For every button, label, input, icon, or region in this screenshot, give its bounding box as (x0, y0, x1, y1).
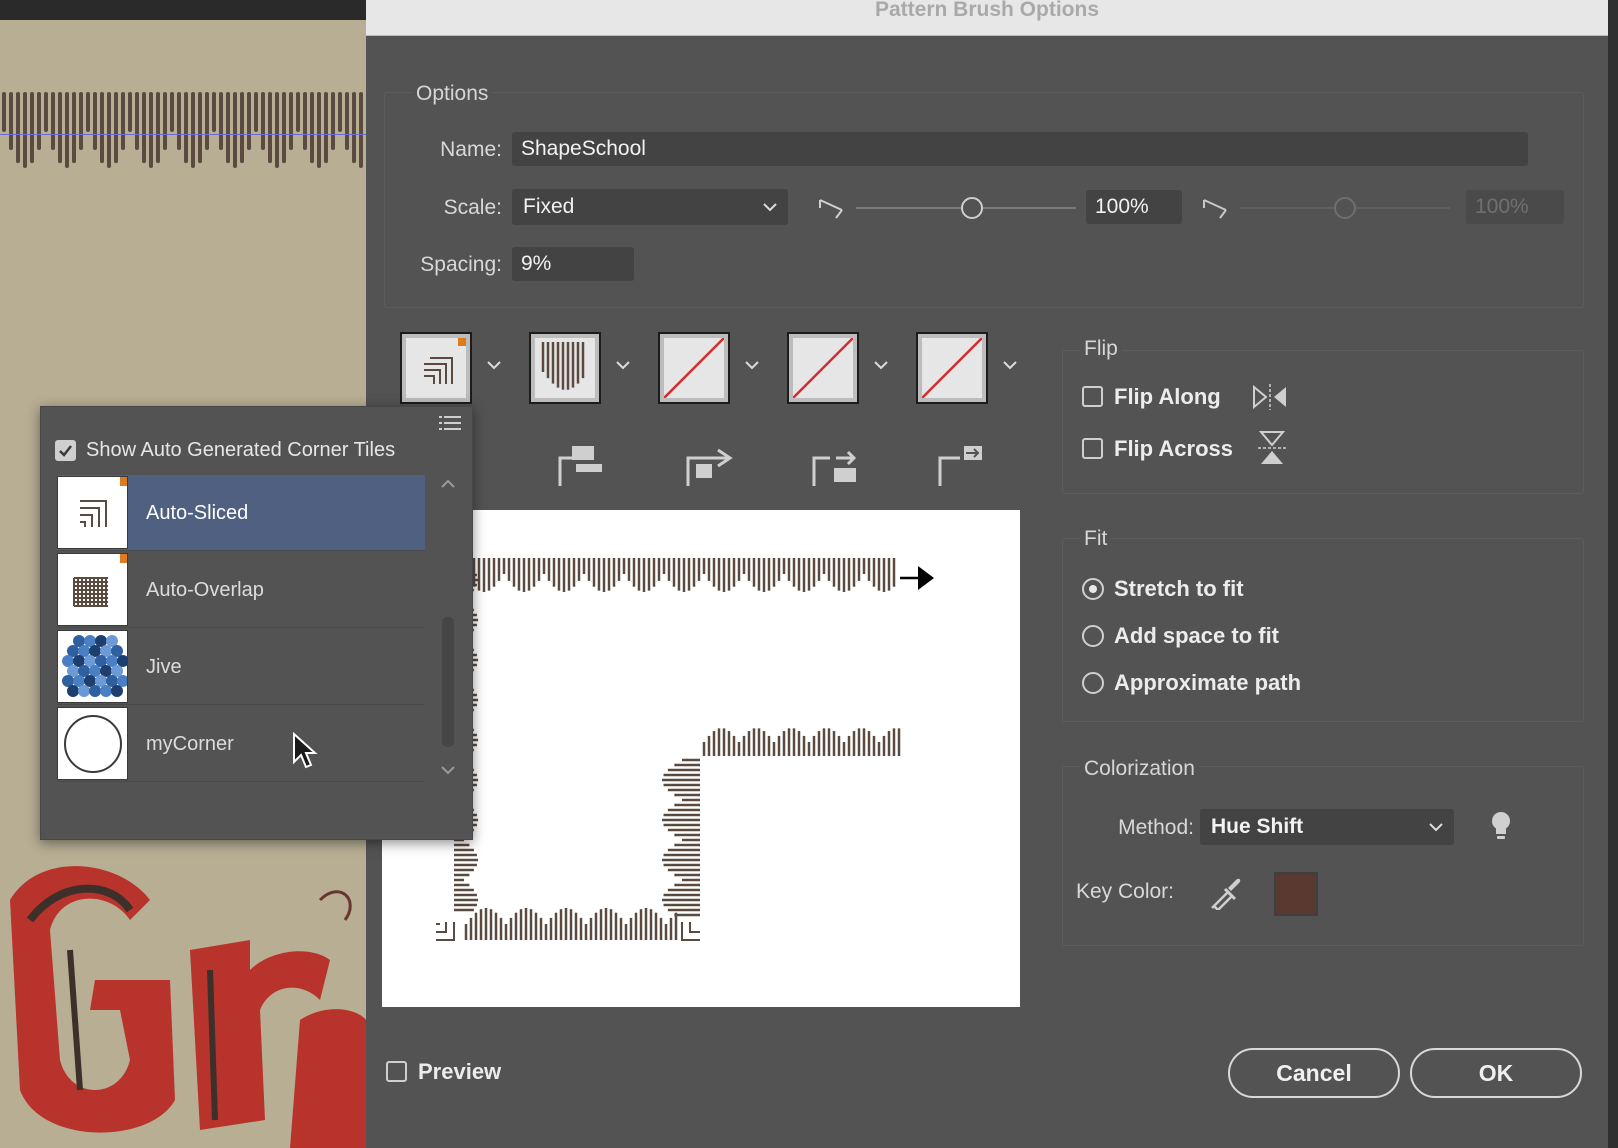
scale-slider-knob[interactable] (961, 197, 983, 219)
dialog-title: Pattern Brush Options (874, 0, 1100, 21)
start-tile-button[interactable] (787, 332, 859, 404)
dialog-titlebar: Pattern Brush Options (366, 0, 1608, 36)
flip-across-checkbox[interactable] (1082, 438, 1103, 459)
list-item-label: Auto-Overlap (146, 579, 264, 601)
chevron-down-icon[interactable] (615, 360, 631, 370)
approximate-path-radio[interactable] (1082, 672, 1104, 694)
side-tile-button[interactable] (400, 332, 472, 404)
list-item-label: Auto-Sliced (146, 502, 249, 524)
chevron-down-icon (1429, 823, 1443, 832)
scroll-up-icon[interactable] (439, 477, 457, 491)
add-space-to-fit-label: Add space to fit (1114, 623, 1280, 648)
inner-corner-tile-icon (686, 448, 733, 486)
show-auto-corner-tiles-label: Show Auto Generated Corner Tiles (86, 439, 396, 461)
fit-group-label: Fit (1080, 527, 1112, 551)
lightbulb-tips-icon[interactable] (1490, 810, 1512, 842)
scale-dropdown[interactable]: Fixed (512, 189, 788, 225)
preview-label: Preview (418, 1059, 502, 1084)
none-tile-icon (793, 338, 853, 398)
flip-across-label: Flip Across (1114, 436, 1233, 461)
chevron-down-icon[interactable] (486, 360, 502, 370)
list-item-label: Jive (146, 656, 182, 678)
list-item-label: myCorner (146, 733, 234, 755)
flip-across-icon (1258, 431, 1286, 464)
lettering-artwork (10, 866, 370, 1148)
list-item[interactable]: Auto-Sliced (57, 475, 425, 551)
show-auto-corner-tiles-checkbox[interactable] (55, 440, 76, 461)
scale-variation-icon (1203, 199, 1227, 219)
scale-min-icon (819, 199, 843, 219)
chevron-down-icon (763, 203, 777, 212)
flip-group-label: Flip (1080, 337, 1122, 361)
scale-slider[interactable] (856, 196, 1076, 220)
list-item[interactable]: myCorner (57, 706, 425, 782)
scale-variation-slider (1240, 196, 1450, 220)
stretch-to-fit-label: Stretch to fit (1114, 576, 1244, 601)
start-tile-icon (812, 450, 857, 486)
canvas-top-strip (0, 0, 370, 20)
key-color-swatch[interactable] (1274, 872, 1318, 916)
chevron-down-icon[interactable] (1002, 360, 1018, 370)
outer-corner-tile-button[interactable] (529, 332, 601, 404)
end-tile-button[interactable] (916, 332, 988, 404)
spacing-label: Spacing: (420, 253, 502, 276)
flip-group (1062, 350, 1584, 494)
name-label: Name: (440, 138, 502, 161)
eyedropper-icon[interactable] (1208, 876, 1242, 910)
side-pattern-icon (541, 342, 585, 390)
method-dropdown-value: Hue Shift (1211, 815, 1304, 838)
list-item[interactable]: Jive (57, 629, 425, 705)
stretch-to-fit-radio[interactable] (1082, 578, 1104, 600)
cancel-button[interactable]: Cancel (1228, 1048, 1400, 1098)
method-label: Method: (1118, 816, 1194, 839)
method-dropdown[interactable]: Hue Shift (1200, 809, 1454, 845)
circle-corner-icon (57, 707, 128, 780)
pattern-preview-panel (382, 510, 1020, 1007)
corner-tile-flyout: Show Auto Generated Corner Tiles Auto-Sl… (40, 406, 473, 840)
options-group-label: Options (412, 82, 493, 106)
colorization-group (1062, 766, 1584, 946)
inner-corner-tile-button[interactable] (658, 332, 730, 404)
name-input[interactable]: ShapeSchool (512, 132, 1528, 166)
none-tile-icon (664, 338, 724, 398)
jive-pattern-icon (57, 630, 128, 703)
window-edge (1608, 0, 1618, 1148)
auto-sliced-icon (57, 476, 128, 549)
approximate-path-label: Approximate path (1114, 670, 1302, 695)
panel-menu-icon[interactable] (439, 415, 461, 431)
pattern-preview-graphic (436, 558, 934, 941)
ok-button[interactable]: OK (1410, 1048, 1582, 1098)
chevron-down-icon[interactable] (744, 360, 760, 370)
flip-along-checkbox[interactable] (1082, 386, 1103, 407)
flip-along-label: Flip Along (1114, 384, 1221, 409)
scale-percent-input[interactable]: 100% (1086, 190, 1182, 224)
mouse-cursor-icon (293, 732, 318, 769)
preview-checkbox[interactable] (386, 1061, 407, 1082)
end-tile-icon (938, 446, 982, 486)
auto-overlap-icon (57, 553, 128, 626)
add-space-to-fit-radio[interactable] (1082, 625, 1104, 647)
guide-line (0, 134, 370, 135)
scrollbar-thumb[interactable] (442, 617, 454, 747)
scale-variation-knob (1334, 197, 1356, 219)
chevron-down-icon[interactable] (873, 360, 889, 370)
spacing-input[interactable]: 9% (512, 247, 634, 281)
pattern-brush-options-dialog: Pattern Brush Options Options Name: Shap… (366, 0, 1608, 1148)
colorization-group-label: Colorization (1080, 757, 1199, 781)
list-item[interactable]: Auto-Overlap (57, 552, 425, 628)
scroll-down-icon[interactable] (439, 763, 457, 777)
outer-corner-tile-icon (558, 446, 602, 486)
checkmark-icon (59, 445, 72, 457)
scale-label: Scale: (443, 196, 502, 219)
flip-along-icon (1253, 384, 1286, 410)
none-tile-icon (922, 338, 982, 398)
scale-percent-disabled-input: 100% (1466, 190, 1564, 224)
list-scrollbar[interactable] (439, 477, 457, 777)
key-color-label: Key Color: (1075, 880, 1174, 903)
scale-dropdown-value: Fixed (523, 195, 575, 218)
auto-sliced-corner-icon (424, 338, 466, 384)
